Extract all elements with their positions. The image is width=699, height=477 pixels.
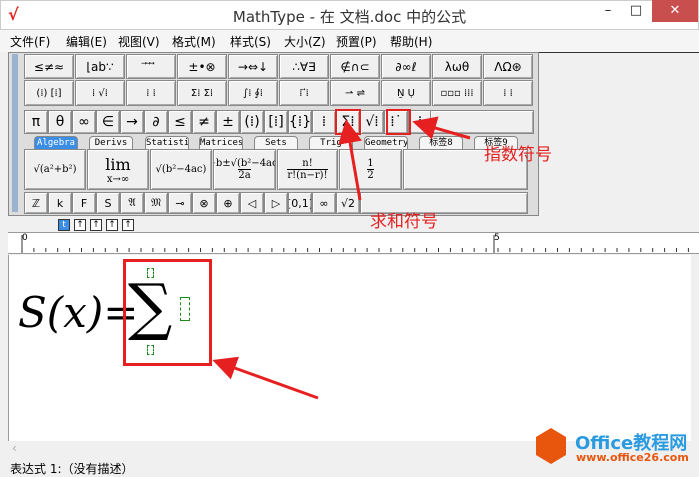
arrow-to-sum-button [338,119,362,201]
watermark-url: www.office26.com [576,451,689,464]
arrow-to-exponent-button [412,116,471,140]
sum-label: 求和符号 [370,212,438,232]
annotation-arrows [212,116,471,400]
arrow-to-sum-symbol [212,356,319,400]
exponent-label: 指数符号 [484,145,552,165]
